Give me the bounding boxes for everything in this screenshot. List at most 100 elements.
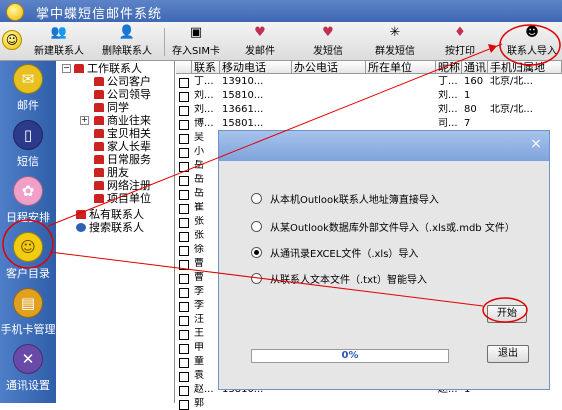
row-checkbox[interactable] [179,190,189,200]
row-checkbox[interactable] [179,288,189,298]
nav-item-mail[interactable]: ✉ 邮件 [0,61,56,115]
expand-icon[interactable]: + [80,116,89,125]
tools-icon: ✕ [13,344,43,374]
folder-icon [94,168,104,177]
collapse-icon[interactable]: − [62,64,71,73]
row-checkbox[interactable] [179,162,189,172]
table-cell: 郭 [194,398,204,409]
radio-option-outlook-address-book[interactable]: 从本机Outlook联系人地址簿直接导入 [251,193,439,207]
column-header[interactable]: 联系 [192,61,220,74]
row-checkbox[interactable] [179,176,189,186]
row-checkbox[interactable] [179,372,189,382]
nav-item-schedule[interactable]: ✿ 日程安排 [0,173,56,227]
radio-option-excel-file[interactable]: 从通讯录EXCEL文件（.xls）导入 [251,247,418,261]
row-checkbox[interactable] [179,260,189,270]
send-sms-icon: ♥ [322,25,334,40]
table-cell: 博... [194,118,214,129]
column-header[interactable]: 昵称 [436,61,462,74]
tree-item[interactable]: 朋友 [94,166,129,179]
import-contacts-button[interactable]: ☻ 联系人导入 [502,22,562,60]
table-row[interactable]: 刘... 15810... 刘... 1 [176,90,562,102]
table-cell: 汪 [194,314,204,325]
radio-button-selected[interactable] [251,247,262,258]
close-icon[interactable]: × [529,137,543,151]
row-checkbox[interactable] [179,400,189,410]
tree-item[interactable]: 公司客户 [94,75,151,88]
tree-item[interactable]: 网络注册 [94,179,151,192]
row-checkbox[interactable] [179,148,189,158]
send-sms-button[interactable]: ♥ 发短信 [302,22,354,60]
table-row[interactable]: 丁... 13910... 丁... 160 北京/北... [176,76,562,88]
row-checkbox[interactable] [179,274,189,284]
bulk-sms-button[interactable]: ✳ 群发短信 [366,22,424,60]
tree-item[interactable]: 商业往来 [94,114,151,127]
row-checkbox[interactable] [179,302,189,312]
send-mail-button[interactable]: ♥ 发邮件 [234,22,286,60]
row-checkbox[interactable] [179,134,189,144]
table-cell: 北京/北... [490,76,533,87]
radio-option-outlook-file[interactable]: 从某Outlook数据库外部文件导入（.xls或.mdb 文件） [251,221,515,235]
folder-icon [94,181,104,190]
row-checkbox[interactable] [179,106,189,116]
start-button[interactable]: 开始 [487,305,527,323]
row-checkbox[interactable] [179,78,189,88]
save-to-sim-button[interactable]: ▣ 存入SIM卡 [168,22,224,60]
table-cell: 岳 [194,160,204,171]
row-checkbox[interactable] [179,120,189,130]
tree-item-search-contacts[interactable]: 搜索联系人 [76,221,144,234]
radio-button[interactable] [251,193,262,204]
smiley-icon[interactable]: ☺ [2,30,22,50]
nav-item-sim-card[interactable]: ▤ 手机卡管理 [0,285,56,339]
column-header[interactable]: 移动电话 [220,61,292,74]
table-cell: 刘... [194,90,214,101]
tree-item[interactable]: 日常服务 [94,153,151,166]
print-button[interactable]: ♦ 按打印 [432,22,488,60]
save-to-sim-icon: ▣ [189,25,203,40]
row-checkbox[interactable] [179,316,189,326]
nav-item-sms[interactable]: ▯ 短信 [0,117,56,171]
exit-button[interactable]: 退出 [487,345,529,363]
title-bar: 掌中蝶短信邮件系统 [0,0,562,22]
radio-button[interactable] [251,221,262,232]
table-row[interactable]: 刘... 13661... 刘... 80 北京/北... [176,104,562,116]
tree-item[interactable]: 公司领导 [94,88,151,101]
tree-item[interactable]: 宝贝相关 [94,127,151,140]
folder-icon [74,64,84,73]
table-cell: 袁 [194,370,204,381]
column-header[interactable]: 办公电话 [292,61,366,74]
table-cell: 80 [464,104,477,115]
table-row[interactable]: 郭 [176,398,562,410]
table-row[interactable]: 博... 15801... 司... 7 [176,118,562,130]
row-checkbox[interactable] [179,246,189,256]
radio-button[interactable] [251,273,262,284]
column-header[interactable]: 所在单位 [366,61,436,74]
row-checkbox[interactable] [179,386,189,396]
folder-icon [76,210,86,219]
column-header-checkbox[interactable] [176,61,192,74]
smiley-icon: ☺ [13,232,43,262]
toolbar: 👥 新建联系人 👤 删除联系人 ▣ 存入SIM卡 ♥ 发邮件 ♥ 发短信 ✳ 群… [0,22,562,61]
bulk-sms-icon: ✳ [389,25,401,40]
row-checkbox[interactable] [179,344,189,354]
table-cell: 曹 [194,258,204,269]
tree-item-private-contacts[interactable]: 私有联系人 [76,208,144,221]
row-checkbox[interactable] [179,330,189,340]
new-contact-button[interactable]: 👥 新建联系人 [28,22,90,60]
tree-item[interactable]: 项目单位 [94,192,151,205]
row-checkbox[interactable] [179,232,189,242]
row-checkbox[interactable] [179,358,189,368]
tree-item-work-contacts[interactable]: 工作联系人 [74,62,142,75]
tree-item[interactable]: 家人长辈 [94,140,151,153]
column-header[interactable]: 手机归属地 [488,61,562,74]
tree-item[interactable]: 同学 [94,101,129,114]
row-checkbox[interactable] [179,204,189,214]
row-checkbox[interactable] [179,218,189,228]
radio-option-text-file[interactable]: 从联系人文本文件（.txt）智能导入 [251,273,427,287]
nav-item-settings[interactable]: ✕ 通讯设置 [0,341,56,395]
column-header[interactable]: 通讯 [462,61,488,74]
delete-contact-button[interactable]: 👤 删除联系人 [94,22,160,60]
sim-card-icon: ▤ [13,288,43,318]
nav-item-contacts[interactable]: ☺ 客户目录 [0,229,56,283]
send-mail-icon: ♥ [254,25,266,40]
row-checkbox[interactable] [179,92,189,102]
